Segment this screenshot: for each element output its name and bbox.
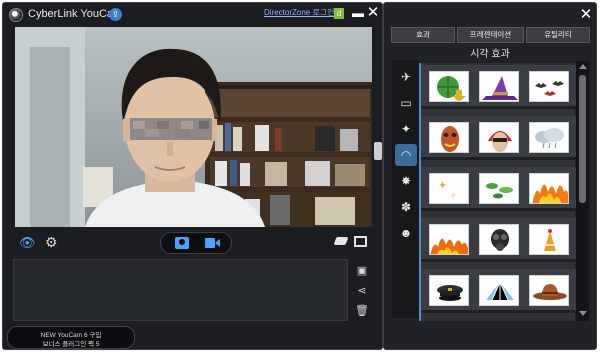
fullscreen-icon[interactable] bbox=[354, 236, 367, 247]
tab-presentation[interactable]: 프레젠테이션 bbox=[457, 27, 524, 43]
effects-row bbox=[421, 116, 577, 160]
youcam-main-window: CyberLink YouCam ⇪ DirectorZone 로그인 d ▬ … bbox=[2, 2, 383, 350]
panel-collapse-handle[interactable] bbox=[374, 142, 382, 160]
mask-icon[interactable]: ◠ bbox=[395, 144, 417, 166]
promo-line-2: 보너스 플러그인 팩 5 bbox=[42, 341, 100, 348]
flames-effect[interactable] bbox=[529, 173, 569, 204]
red-headdress-effect[interactable] bbox=[479, 122, 519, 153]
close-button[interactable]: ✕ bbox=[366, 5, 380, 21]
particle-icon[interactable]: ✦ bbox=[395, 118, 417, 140]
tribal-mask-effect[interactable] bbox=[429, 122, 469, 153]
party-hat-effect[interactable] bbox=[529, 224, 569, 255]
globe-download-effect[interactable] bbox=[429, 71, 469, 102]
face-icon[interactable]: ☻ bbox=[395, 222, 417, 244]
emotion-icon[interactable]: ✸ bbox=[395, 170, 417, 192]
sparkles-effect[interactable]: ✦ ✧ bbox=[429, 173, 469, 204]
effects-row bbox=[421, 269, 577, 313]
effects-grid: ✦ ✧ bbox=[419, 63, 577, 321]
media-library-panel[interactable] bbox=[13, 259, 348, 321]
trash-icon[interactable]: 🗑 bbox=[354, 303, 370, 319]
settings-gear-icon[interactable]: ⚙ bbox=[45, 234, 58, 250]
distortion-icon[interactable]: ✽ bbox=[395, 196, 417, 218]
video-record-icon-tail bbox=[215, 239, 220, 247]
effects-scrollbar[interactable] bbox=[576, 61, 589, 321]
leaves-effect[interactable] bbox=[479, 173, 519, 204]
camera-preview bbox=[15, 27, 372, 227]
effects-tabs: 효과 프레젠테이션 유틸리티 bbox=[391, 27, 590, 43]
title-bar[interactable]: CyberLink YouCam ⇪ DirectorZone 로그인 d ▬ … bbox=[3, 3, 382, 27]
lens-icon bbox=[179, 239, 185, 245]
scroll-down-arrow-icon[interactable] bbox=[579, 311, 587, 316]
minimize-button[interactable]: ▬ bbox=[352, 6, 364, 20]
eraser-icon[interactable] bbox=[333, 237, 349, 245]
info-icon[interactable]: ⇪ bbox=[109, 8, 122, 21]
close-effects-button[interactable]: ✕ bbox=[578, 7, 594, 23]
youcam-logo-icon bbox=[9, 8, 23, 22]
share-icon[interactable]: ⋖ bbox=[354, 283, 370, 299]
effects-row bbox=[421, 65, 577, 109]
webcam-feed-image bbox=[15, 27, 372, 227]
cowboy-hat-effect[interactable] bbox=[529, 275, 569, 306]
effects-row: ✦ ✧ bbox=[421, 167, 577, 211]
svg-text:✧: ✧ bbox=[450, 191, 457, 200]
category-rail: ✈ ▭ ✦ ◠ ✸ ✽ ☻ bbox=[392, 60, 420, 318]
scroll-thumb[interactable] bbox=[579, 75, 586, 203]
fire-wall-effect[interactable] bbox=[429, 224, 469, 255]
camera-toolbar: 👁 ⚙ bbox=[13, 231, 373, 257]
section-title: 시각 효과 bbox=[470, 49, 510, 60]
svg-text:✦: ✦ bbox=[438, 179, 447, 192]
tab-utility[interactable]: 유틸리티 bbox=[526, 27, 590, 43]
bats-effect[interactable] bbox=[529, 71, 569, 102]
frame-icon[interactable]: ✈ bbox=[395, 66, 417, 88]
police-cap-effect[interactable] bbox=[429, 275, 469, 306]
scroll-up-arrow-icon[interactable] bbox=[579, 64, 587, 69]
scene-icon[interactable]: ▭ bbox=[395, 92, 417, 114]
library-tools: ▣ ⋖ 🗑 bbox=[351, 259, 373, 321]
witch-hat-effect[interactable] bbox=[479, 71, 519, 102]
effects-window: ✕ 효과 프레젠테이션 유틸리티 시각 효과 ✈ ▭ ✦ ◠ ✸ ✽ ☻ ✦ ✧ bbox=[383, 2, 597, 350]
storm-cloud-effect[interactable] bbox=[529, 122, 569, 153]
video-record-icon[interactable] bbox=[205, 238, 215, 248]
capture-group bbox=[160, 232, 232, 254]
effects-row bbox=[421, 218, 577, 262]
eye-icon[interactable]: 👁 bbox=[19, 235, 36, 251]
import-icon[interactable]: ▣ bbox=[354, 263, 370, 279]
directorzone-icon[interactable]: d bbox=[334, 8, 344, 19]
bonus-promo-button[interactable]: NEW YouCam 6 구입 보너스 플러그인 팩 5 bbox=[7, 326, 135, 349]
directorzone-login-link[interactable]: DirectorZone 로그인 bbox=[264, 7, 335, 18]
gas-mask-effect[interactable] bbox=[479, 224, 519, 255]
tab-effects[interactable]: 효과 bbox=[391, 27, 455, 43]
crystal-hat-effect[interactable] bbox=[479, 275, 519, 306]
